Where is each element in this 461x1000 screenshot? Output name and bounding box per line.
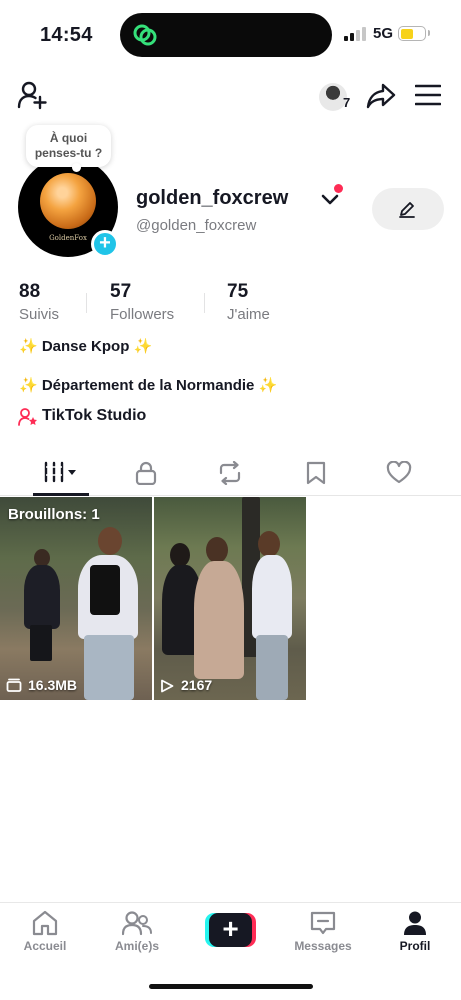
stat-divider	[204, 293, 205, 313]
nav-label: Profil	[399, 939, 431, 953]
username: golden_foxcrew	[136, 187, 289, 209]
battery-tip	[428, 30, 430, 36]
stat-value: 57	[110, 281, 132, 302]
story-count: 7	[343, 95, 351, 110]
nav-label: Accueil	[23, 939, 67, 953]
bio-line: ✨ Danse Kpop ✨	[19, 338, 153, 355]
tab-liked[interactable]	[378, 450, 422, 496]
stat-following[interactable]: 88 Suivis	[19, 281, 59, 323]
person-head	[170, 543, 190, 567]
tab-videos[interactable]	[33, 450, 89, 496]
battery-icon	[398, 26, 426, 41]
tab-private[interactable]	[125, 450, 169, 496]
person-jeans	[84, 635, 134, 700]
person-head	[258, 531, 280, 557]
person-jeans	[256, 635, 288, 700]
drafts-icon	[6, 678, 22, 692]
tab-reposts[interactable]	[208, 450, 252, 496]
battery-level	[400, 28, 414, 39]
inbox-icon	[310, 911, 336, 935]
profile-icon	[404, 911, 426, 935]
avatar-orb	[40, 173, 96, 229]
play-icon	[161, 679, 174, 693]
person-head	[98, 527, 122, 555]
drafts-title: Brouillons: 1	[8, 506, 100, 523]
nav-label: Messages	[294, 939, 352, 953]
stat-label: Suivis	[19, 306, 60, 323]
add-friend-icon[interactable]	[17, 80, 47, 110]
nav-home[interactable]: Accueil	[0, 910, 90, 953]
thought-bubble[interactable]: À quoi penses-tu ?	[26, 125, 111, 167]
bio-line: ✨ Département de la Normandie ✨	[19, 377, 278, 394]
bookmark-icon	[306, 461, 326, 485]
draft-size: 16.3MB	[28, 677, 78, 693]
friends-icon	[122, 911, 152, 936]
lock-icon	[135, 461, 157, 485]
creator-star-icon	[18, 408, 37, 426]
active-tab-indicator	[33, 493, 89, 496]
home-indicator[interactable]	[149, 984, 313, 989]
stat-followers[interactable]: 57 Followers	[110, 281, 174, 323]
share-icon[interactable]	[366, 82, 396, 110]
nav-inbox[interactable]: Messages	[278, 910, 368, 953]
person-figure	[252, 555, 292, 639]
profile-tabs	[0, 450, 461, 496]
dynamic-island	[120, 13, 332, 57]
stat-label: J'aime	[227, 306, 270, 323]
person-head	[206, 537, 228, 563]
pencil-icon	[399, 202, 415, 218]
tiktok-studio-label: TikTok Studio	[42, 407, 147, 424]
tab-favorites[interactable]	[295, 450, 339, 496]
link-activity-icon	[133, 24, 157, 46]
status-bar: 14:54 5G	[0, 0, 461, 64]
edit-profile-button[interactable]	[372, 188, 444, 230]
status-time: 14:54	[40, 24, 93, 46]
person-top	[90, 565, 120, 615]
handle: @golden_foxcrew	[136, 217, 257, 234]
person-figure	[24, 565, 60, 629]
person-figure	[194, 561, 244, 679]
nav-label: Ami(e)s	[114, 939, 159, 953]
menu-icon[interactable]	[415, 84, 441, 106]
stat-likes: 75 J'aime	[227, 281, 270, 323]
stat-label: Followers	[110, 306, 175, 323]
add-story-button[interactable]: +	[91, 230, 119, 258]
nav-profile[interactable]: Profil	[370, 910, 460, 953]
stat-value: 75	[227, 281, 249, 302]
thought-bubble-tail	[72, 163, 81, 172]
video-tile-drafts[interactable]: Brouillons: 1 16.3MB	[0, 497, 152, 700]
plus-icon: +	[209, 913, 252, 947]
nav-friends[interactable]: Ami(e)s	[92, 910, 182, 953]
person-legs	[30, 625, 52, 661]
grid-icon	[44, 461, 76, 483]
home-icon	[32, 910, 58, 936]
view-count: 2167	[181, 677, 213, 693]
stat-value: 88	[19, 281, 41, 302]
signal-icon	[344, 27, 366, 41]
heart-icon	[386, 461, 412, 484]
stat-divider	[86, 293, 87, 313]
notification-dot	[334, 184, 343, 193]
repost-icon	[219, 461, 241, 485]
network-label: 5G	[373, 25, 394, 42]
video-tile[interactable]: 2167	[154, 497, 306, 700]
create-button[interactable]: +	[205, 913, 256, 947]
